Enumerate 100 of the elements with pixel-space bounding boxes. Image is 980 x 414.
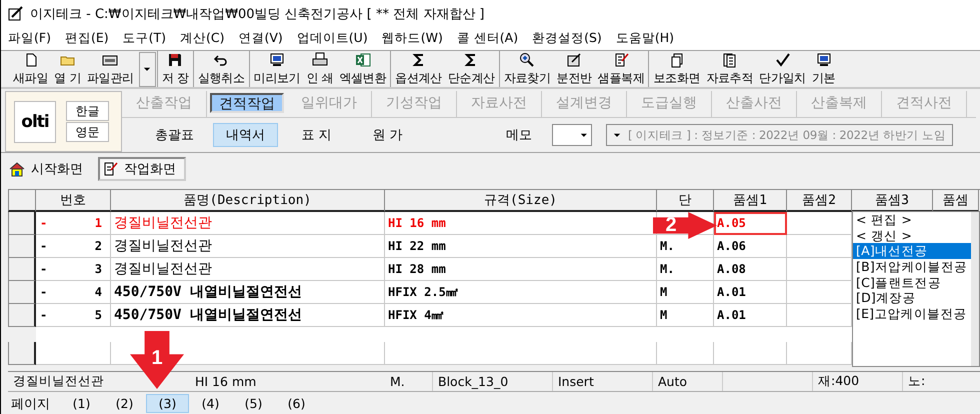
table-cell: HFIX 4㎟	[385, 304, 657, 327]
page-button[interactable]: (5)	[232, 394, 275, 413]
toolbar-button[interactable]: 새파일	[10, 51, 52, 87]
table-cell: HFIX 2.5㎟	[385, 281, 657, 304]
language-button[interactable]: 영문	[66, 122, 109, 142]
page-button[interactable]: (4)	[189, 394, 232, 413]
sheet-tab[interactable]: 표 지	[284, 123, 349, 147]
logo: olti	[14, 100, 56, 142]
toolbar-button[interactable]: 샘플복제	[594, 51, 648, 87]
work-tab[interactable]: 견적작업	[210, 93, 284, 113]
row-header[interactable]	[8, 342, 36, 365]
page-button[interactable]: (6)	[275, 394, 318, 413]
checkmark-icon	[774, 52, 791, 68]
memo-label: 메모	[506, 127, 532, 144]
menu-item[interactable]: 계산(C)	[173, 30, 232, 47]
page-button[interactable]: (1)	[60, 394, 103, 413]
toolbar-button[interactable]: 보조화면	[650, 51, 704, 87]
table-cell: - 1	[36, 212, 111, 235]
toolbar-button[interactable]: 분전반	[554, 51, 595, 87]
toolbar-button[interactable]: 자료추적	[703, 51, 756, 87]
list-item[interactable]: [E]고압케이블전공	[853, 306, 971, 322]
table-cell: 경질비닐전선관	[111, 212, 385, 235]
list-item[interactable]: < 편집 >	[853, 212, 971, 228]
page-button[interactable]: (2)	[103, 394, 146, 413]
row-header[interactable]	[8, 258, 36, 281]
toolbar-button[interactable]: 실행취소	[194, 51, 248, 87]
status-field: M.	[385, 372, 433, 391]
menu-item[interactable]: 파일(F)	[1, 30, 58, 47]
monitor-icon	[816, 52, 832, 68]
table-cell[interactable]: A.01	[714, 304, 787, 327]
magnifier-icon	[519, 52, 536, 68]
status-field: Insert	[553, 372, 653, 391]
code-list[interactable]: < 편집 > < 갱신 > [A]내선전공 [B]저압케이블전공 [C]플랜트전공 [D]계장공 [E]고압케이블전공	[852, 211, 980, 367]
language-button[interactable]: 한글	[66, 101, 109, 121]
table-cell: M	[657, 304, 714, 327]
toolbar-button[interactable]: 옵션계산	[392, 51, 445, 87]
sheet-tab[interactable]: 내역서	[213, 123, 278, 147]
toolbar-button[interactable]: 엑셀변환	[336, 51, 390, 87]
row-header[interactable]	[8, 304, 36, 327]
list-item[interactable]: [C]플랜트전공	[853, 274, 971, 290]
monitor-icon	[268, 52, 285, 68]
table-cell[interactable]: A.08	[714, 258, 787, 281]
color-picker[interactable]	[552, 124, 592, 146]
status-field: 재:400	[813, 372, 903, 391]
table-cell: 경질비닐전선관	[111, 258, 385, 281]
row-header[interactable]	[8, 235, 36, 258]
page-label: 페이지	[10, 396, 51, 412]
table-cell: HI 28 mm	[385, 258, 657, 281]
toolbar-button[interactable]: 자료찾기	[500, 51, 554, 87]
table-cell: 450/750V 내열비닐절연전선	[111, 281, 385, 304]
spreadsheet-icon	[354, 52, 371, 68]
status-field: 노:	[903, 372, 980, 391]
menu-item[interactable]: 연결(V)	[231, 30, 290, 47]
status-field: HI 16 mm	[190, 372, 385, 391]
toolbar-button[interactable]: 기본	[808, 51, 838, 87]
scrollbar[interactable]	[971, 212, 979, 366]
panel-pencil-icon	[566, 52, 582, 68]
table-cell: M.	[657, 235, 714, 258]
table-cell[interactable]: A.01	[714, 281, 787, 304]
status-field: Auto	[653, 372, 723, 391]
row-header[interactable]	[8, 212, 36, 235]
list-item[interactable]: [B]저압케이블전공	[853, 259, 971, 275]
list-item[interactable]: [A]내선전공	[853, 243, 971, 260]
menu-item[interactable]: 환경설정(S)	[525, 30, 609, 47]
table-cell: - 5	[36, 304, 111, 327]
menu-item[interactable]: 콜 센터(A)	[450, 30, 526, 47]
page-button[interactable]: (3)	[146, 394, 189, 413]
screen-tab[interactable]: 작업화면	[98, 157, 186, 181]
menu-item[interactable]: 편집(E)	[58, 30, 116, 47]
table-cell[interactable]: A.05	[714, 212, 787, 235]
row-header[interactable]	[8, 281, 36, 304]
document-pencil-icon	[613, 52, 630, 68]
screen-tab[interactable]: 시작화면	[6, 157, 92, 181]
table-cell[interactable]: A.06	[714, 235, 787, 258]
toolbar-button[interactable]: 열 기	[51, 51, 84, 87]
documents-icon	[668, 52, 685, 68]
status-field: Block_13_0	[433, 372, 553, 391]
toolbar-button[interactable]: 단가일치	[756, 51, 809, 87]
table-cell: M.	[657, 258, 714, 281]
table-cell: HI 16 mm	[385, 212, 657, 235]
house-icon	[9, 161, 25, 177]
table-cell: 450/750V 내열비닐절연전선	[111, 304, 385, 327]
table-cell: M	[657, 281, 714, 304]
menu-item[interactable]: 도구(T)	[116, 30, 173, 47]
toolbar-button[interactable]: 파일관리	[84, 51, 137, 87]
toolbar-button[interactable]: 단순계산	[444, 51, 498, 87]
toolbar-button[interactable]: 미리보기	[250, 51, 304, 87]
toolbar-button[interactable]: 저 장	[158, 51, 192, 87]
stacked-pages-icon	[722, 52, 738, 68]
sheet-tab[interactable]: 총괄표	[142, 123, 207, 147]
toolbar-button[interactable]: 인 쇄	[303, 51, 336, 87]
sheet-tab[interactable]: 원 가	[355, 123, 420, 147]
menu-item[interactable]: 웹하드(W)	[374, 30, 450, 47]
menu-item[interactable]: 업데이트(U)	[290, 30, 375, 47]
table-cell: - 2	[36, 235, 111, 258]
menu-item[interactable]: 도움말(H)	[608, 30, 681, 47]
table-cell: 경질비닐전선관	[111, 235, 385, 258]
list-item[interactable]: < 갱신 >	[853, 228, 971, 244]
window-app-icon	[8, 6, 24, 22]
list-item[interactable]: [D]계장공	[853, 290, 971, 306]
